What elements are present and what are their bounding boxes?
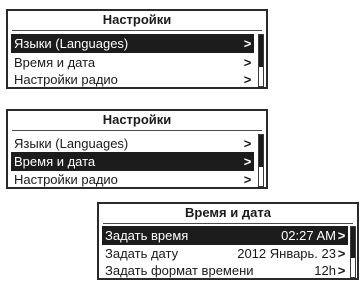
time-date-menu-panel: Время и дата Задать время 02:27 AM > Зад… [97,202,359,280]
panel-title: Настройки [102,112,172,127]
menu-item-radio-settings[interactable]: Настройки радио > [11,70,254,89]
menu-item-set-time[interactable]: Задать время 02:27 AM > [102,226,348,245]
panel-title: Время и дата [185,205,271,220]
title-divider [12,130,262,131]
scrollbar-thumb[interactable] [259,135,263,167]
scrollbar[interactable] [258,134,264,187]
menu-item-label: Языки (Languages) [14,136,129,151]
scrollbar-thumb[interactable] [259,35,263,67]
scrollbar[interactable] [258,34,264,87]
menu-item-label: Задать формат времени [105,263,254,278]
menu-item-label: Задать время [105,228,189,243]
menu-item-set-time-format[interactable]: Задать формат времени 12h > [102,261,348,280]
menu-item-label: Время и дата [14,154,96,169]
scrollbar-thumb[interactable] [351,227,355,258]
menu-item-languages[interactable]: Языки (Languages) > [11,134,254,153]
chevron-right-icon: > [243,136,252,151]
chevron-right-icon: > [243,172,252,187]
scrollbar[interactable] [350,226,356,278]
settings-menu-panel-1: Настройки Языки (Languages) > Время и да… [6,9,268,89]
chevron-right-icon: > [243,36,252,51]
settings-menu-panel-2: Настройки Языки (Languages) > Время и да… [6,109,268,189]
chevron-right-icon: > [337,228,346,243]
menu-item-time-date[interactable]: Время и дата > [11,152,254,171]
title-divider [12,30,262,31]
menu-item-radio-settings[interactable]: Настройки радио > [11,170,254,189]
title-divider [103,223,353,224]
menu-item-value: 02:27 AM [281,228,336,243]
panel-title: Настройки [102,12,172,27]
menu-item-label: Языки (Languages) [14,36,129,51]
chevron-right-icon: > [337,263,346,278]
chevron-right-icon: > [243,72,252,87]
menu-item-languages[interactable]: Языки (Languages) > [11,34,254,53]
chevron-right-icon: > [243,154,252,169]
menu-item-label: Настройки радио [14,172,118,187]
menu-item-value: 12h [314,263,336,278]
menu-item-label: Настройки радио [14,72,118,87]
